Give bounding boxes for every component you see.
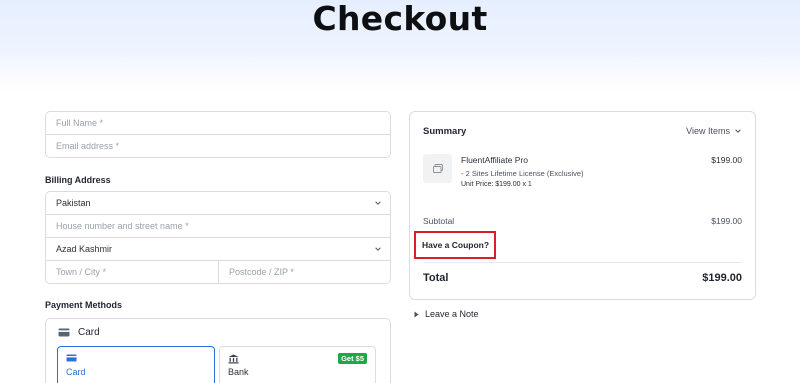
city-field[interactable]: Town / City * [45,260,219,284]
image-placeholder-icon [432,164,443,173]
product-price: $199.00 [711,155,742,165]
page-title: Checkout [312,0,488,38]
chevron-down-icon [375,201,381,205]
payment-method-label: Bank [228,367,249,377]
subtotal-label: Subtotal [423,216,455,226]
product-thumbnail [423,154,452,183]
view-items-toggle[interactable]: View Items [686,126,742,136]
total-value: $199.00 [702,272,742,284]
street-address-field[interactable]: House number and street name * [45,214,391,238]
email-field[interactable]: Email address * [45,134,391,158]
country-value: Pakistan [56,198,91,208]
postcode-placeholder: Postcode / ZIP * [229,267,294,277]
payment-methods-heading: Payment Methods [45,300,123,310]
card-group-title: Card [78,327,100,338]
promo-badge: Get $5 [338,353,367,364]
credit-card-icon [58,328,70,337]
full-name-field[interactable]: Full Name * [45,111,391,135]
view-items-label: View Items [686,126,730,136]
street-placeholder: House number and street name * [56,221,189,231]
subtotal-value: $199.00 [711,216,742,226]
caret-right-icon [414,311,419,317]
payment-methods-panel: Card Card Bank Get $5 [45,318,391,383]
total-label: Total [423,272,449,284]
have-coupon-link[interactable]: Have a Coupon? [414,231,496,259]
leave-a-note-label: Leave a Note [425,309,479,319]
payment-method-card[interactable]: Card [57,346,215,383]
payment-method-bank[interactable]: Bank Get $5 [219,346,376,383]
email-placeholder: Email address * [56,141,120,151]
card-group-header: Card [58,327,100,338]
payment-method-label: Card [66,367,86,377]
order-summary: Summary View Items FluentAffiliate Pro -… [409,111,756,300]
country-select[interactable]: Pakistan [45,191,391,215]
product-unit-price: Unit Price: $199.00 x 1 [461,181,532,188]
summary-divider [423,262,742,263]
product-name: FluentAffiliate Pro [461,155,528,165]
leave-a-note-toggle[interactable]: Leave a Note [414,309,479,319]
postcode-field[interactable]: Postcode / ZIP * [218,260,391,284]
state-select[interactable]: Azad Kashmir [45,237,391,261]
city-placeholder: Town / City * [56,267,107,277]
chevron-down-icon [375,247,381,251]
full-name-placeholder: Full Name * [56,118,104,128]
product-variant: - 2 Sites Lifetime License (Exclusive) [461,169,584,178]
bank-icon [228,354,239,364]
state-value: Azad Kashmir [56,244,113,254]
billing-address-heading: Billing Address [45,175,111,185]
summary-title: Summary [423,126,467,137]
card-icon [66,354,77,362]
chevron-down-icon [735,129,741,133]
